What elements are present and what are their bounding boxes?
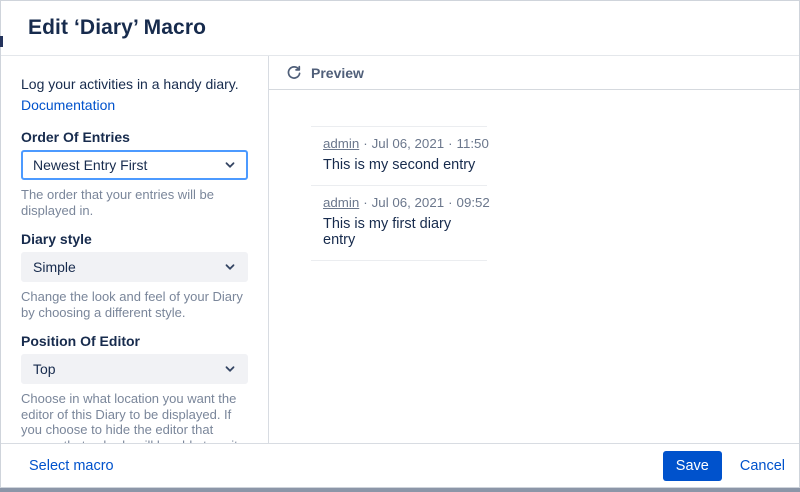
entry-time: 11:50 (457, 136, 489, 151)
background-artifact (0, 36, 3, 47)
entry-time: 09:52 (457, 195, 490, 210)
dialog-footer: Select macro Save Cancel (1, 443, 799, 487)
order-of-entries-select[interactable]: Newest Entry First (21, 150, 248, 180)
meta-separator: · (363, 195, 367, 210)
entry-meta: admin · Jul 06, 2021 · 09:52 (323, 195, 487, 210)
select-value: Simple (33, 259, 76, 275)
cancel-link[interactable]: Cancel (740, 458, 785, 474)
field-help-text: Change the look and feel of your Diary b… (21, 289, 248, 320)
diary-entry: admin · Jul 06, 2021 · 09:52 This is my firs… (311, 185, 487, 260)
edit-diary-macro-dialog: Edit ‘Diary’ Macro Log your activities i… (0, 0, 800, 492)
field-label: Position Of Editor (21, 333, 248, 349)
entry-meta: admin · Jul 06, 2021 · 11:50 (323, 136, 487, 151)
macro-settings-panel: Log your activities in a handy diary. Do… (1, 56, 269, 443)
entry-date: Jul 06, 2021 (372, 195, 444, 210)
diary-style-select[interactable]: Simple (21, 252, 248, 282)
preview-title: Preview (311, 65, 364, 81)
refresh-icon[interactable] (286, 65, 302, 81)
author-link[interactable]: admin (323, 136, 359, 151)
entry-text: This is my second entry (323, 157, 487, 173)
chevron-down-icon (223, 158, 237, 172)
page-title: Edit ‘Diary’ Macro (28, 16, 206, 40)
select-macro-link[interactable]: Select macro (29, 458, 114, 474)
select-value: Top (33, 361, 56, 377)
preview-panel: Preview admin · Jul 06, 2021 · 11:50 This is… (269, 56, 799, 443)
diary-entry: admin · Jul 06, 2021 · 11:50 This is my seco… (311, 126, 487, 185)
macro-dialog: Edit ‘Diary’ Macro Log your activities i… (0, 0, 800, 488)
field-label: Diary style (21, 231, 248, 247)
field-order-of-entries: Order Of Entries Newest Entry First The … (21, 129, 248, 218)
dialog-body: Log your activities in a handy diary. Do… (1, 56, 799, 443)
meta-separator: · (448, 195, 452, 210)
dialog-header: Edit ‘Diary’ Macro (1, 1, 799, 56)
position-of-editor-select[interactable]: Top (21, 354, 248, 384)
author-link[interactable]: admin (323, 195, 359, 210)
field-label: Order Of Entries (21, 129, 248, 145)
select-value: Newest Entry First (33, 157, 147, 173)
diary-entries-list: admin · Jul 06, 2021 · 11:50 This is my seco… (311, 126, 487, 261)
field-help-text: The order that your entries will be disp… (21, 187, 248, 218)
preview-header: Preview (269, 56, 799, 90)
entry-date: Jul 06, 2021 (372, 136, 444, 151)
macro-description-text: Log your activities in a handy diary. (21, 76, 239, 92)
entry-text: This is my first diary entry (323, 216, 487, 248)
macro-description: Log your activities in a handy diary. Do… (21, 74, 248, 116)
chevron-down-icon (223, 260, 237, 274)
chevron-down-icon (223, 362, 237, 376)
documentation-link[interactable]: Documentation (21, 97, 115, 113)
field-diary-style: Diary style Simple Change the look and f… (21, 231, 248, 320)
save-button[interactable]: Save (663, 451, 722, 481)
meta-separator: · (448, 136, 452, 151)
meta-separator: · (363, 136, 367, 151)
